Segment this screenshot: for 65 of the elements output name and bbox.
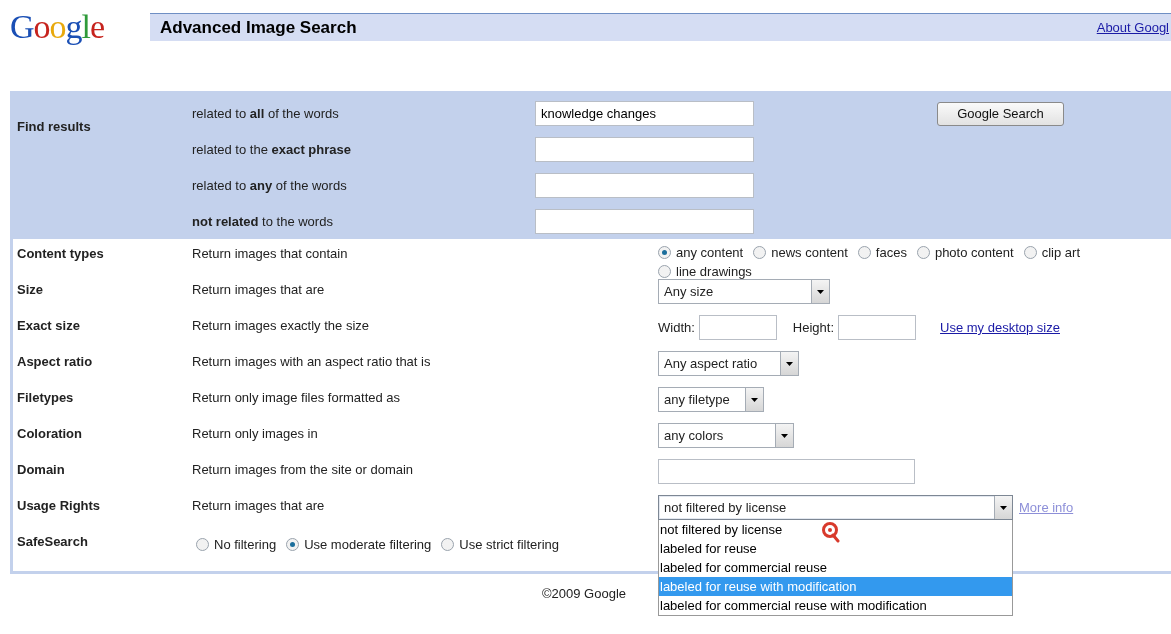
option-description: Return images from the site or domain	[191, 461, 415, 477]
radio-option[interactable]: news content	[753, 245, 848, 260]
field-label: not related to the words	[191, 214, 334, 229]
option-description: Return only image files formatted as	[191, 389, 402, 405]
search-button[interactable]: Google Search	[937, 101, 1064, 126]
page-title: Advanced Image Search	[160, 17, 357, 38]
dropdown[interactable]: not filtered by license	[658, 495, 1013, 520]
width-field[interactable]	[698, 315, 777, 340]
radio-option[interactable]: clip art	[1023, 245, 1080, 260]
copyright-text: ©2009 Google	[542, 586, 627, 601]
field-label: related to any of the words	[191, 178, 348, 193]
option-label: SafeSearch	[16, 533, 89, 549]
about-link[interactable]: About Googl	[1096, 20, 1169, 35]
dropdown[interactable]: Any aspect ratio	[658, 351, 799, 376]
search-field[interactable]	[535, 137, 754, 162]
dropdown-option[interactable]: labeled for reuse	[659, 539, 1012, 558]
section-label: Find results	[16, 119, 92, 136]
radio-option[interactable]: any content	[658, 245, 744, 260]
radio-icon[interactable]	[441, 538, 455, 551]
radio-icon[interactable]	[286, 538, 300, 551]
radio-icon[interactable]	[916, 246, 930, 259]
height-label: Height:	[792, 320, 835, 335]
search-field[interactable]	[535, 173, 754, 198]
radio-icon[interactable]	[1023, 246, 1037, 259]
dropdown[interactable]: Any size	[658, 279, 830, 304]
option-label: Aspect ratio	[16, 353, 94, 369]
radio-option[interactable]: photo content	[916, 245, 1014, 260]
dropdown-option[interactable]: labeled for commercial reuse with modification	[659, 596, 1012, 615]
radio-icon[interactable]	[658, 246, 671, 259]
pointer-icon	[821, 521, 841, 543]
dropdown[interactable]: any filetype	[658, 387, 764, 412]
radio-icon[interactable]	[753, 246, 767, 259]
option-label: Exact size	[16, 317, 81, 333]
height-field[interactable]	[838, 315, 917, 340]
option-description: Return images that are	[191, 497, 326, 513]
option-description: Return only images in	[191, 425, 319, 441]
radio-option[interactable]: Use strict filtering	[441, 537, 559, 552]
option-label: Domain	[16, 461, 66, 477]
option-description: Return images that are	[191, 281, 326, 297]
radio-icon[interactable]	[857, 246, 871, 259]
option-label: Filetypes	[16, 389, 75, 405]
search-field[interactable]	[535, 209, 754, 234]
domain-field[interactable]	[658, 459, 915, 484]
radio-option[interactable]: line drawings	[658, 264, 752, 279]
desktop-size-link[interactable]: Use my desktop size	[940, 320, 1060, 335]
radio-option[interactable]: Use moderate filtering	[286, 537, 432, 552]
radio-option[interactable]: No filtering	[196, 537, 277, 552]
option-description: Return images that contain	[191, 245, 349, 261]
field-label: related to the exact phrase	[191, 142, 352, 157]
field-label: related to all of the words	[191, 106, 340, 121]
width-label: Width:	[658, 320, 695, 335]
dropdown[interactable]: any colors	[658, 423, 794, 448]
option-label: Content types	[16, 245, 105, 261]
option-label: Size	[16, 281, 44, 297]
google-logo[interactable]: Google	[0, 7, 136, 47]
option-description: Return images with an aspect ratio that is	[191, 353, 432, 369]
radio-icon[interactable]	[196, 538, 209, 551]
radio-option[interactable]: faces	[857, 245, 907, 260]
radio-icon[interactable]	[658, 265, 671, 278]
dropdown-option[interactable]: labeled for commercial reuse	[659, 558, 1012, 577]
option-label: Usage Rights	[16, 497, 102, 513]
option-label: Coloration	[16, 425, 83, 441]
dropdown-option[interactable]: not filtered by license	[659, 520, 1012, 539]
option-description: Return images exactly the size	[191, 317, 371, 333]
search-field[interactable]: knowledge changes	[535, 101, 754, 126]
